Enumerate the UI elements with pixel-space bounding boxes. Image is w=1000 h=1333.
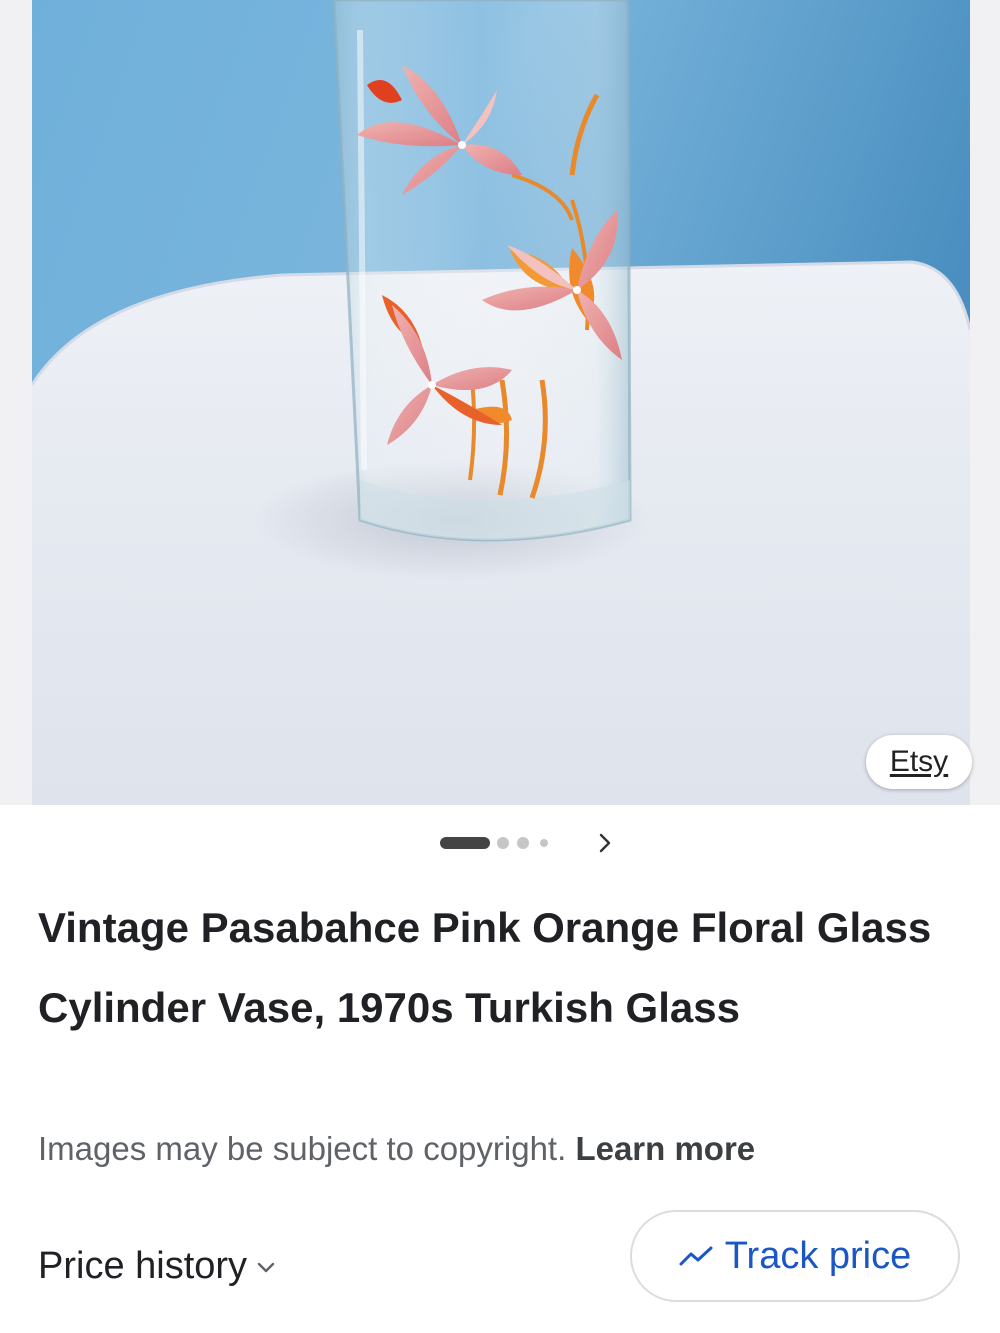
chevron-right-icon[interactable] <box>590 828 620 858</box>
track-price-button[interactable]: Track price <box>630 1210 960 1302</box>
image-carousel-indicator <box>0 820 1000 866</box>
product-title[interactable]: Vintage Pasabahce Pink Orange Floral Gla… <box>38 888 958 1048</box>
carousel-dot[interactable] <box>517 837 529 849</box>
product-photo[interactable] <box>32 0 970 805</box>
copyright-text: Images may be subject to copyright. <box>38 1130 567 1167</box>
carousel-dot[interactable] <box>497 837 509 849</box>
chevron-down-icon <box>257 1262 275 1272</box>
price-history-label: Price history <box>38 1245 248 1287</box>
trend-icon <box>679 1246 713 1266</box>
source-badge[interactable]: Etsy <box>866 735 972 789</box>
copyright-notice: Images may be subject to copyright. Lear… <box>38 1130 755 1168</box>
price-history-toggle[interactable]: Price history <box>38 1245 279 1288</box>
source-label[interactable]: Etsy <box>890 745 948 779</box>
carousel-dot[interactable] <box>540 839 548 847</box>
learn-more-link[interactable]: Learn more <box>575 1130 755 1167</box>
track-price-label: Track price <box>724 1234 912 1277</box>
carousel-dot-active[interactable] <box>440 837 490 849</box>
product-image-viewer[interactable]: Etsy <box>0 0 1000 805</box>
